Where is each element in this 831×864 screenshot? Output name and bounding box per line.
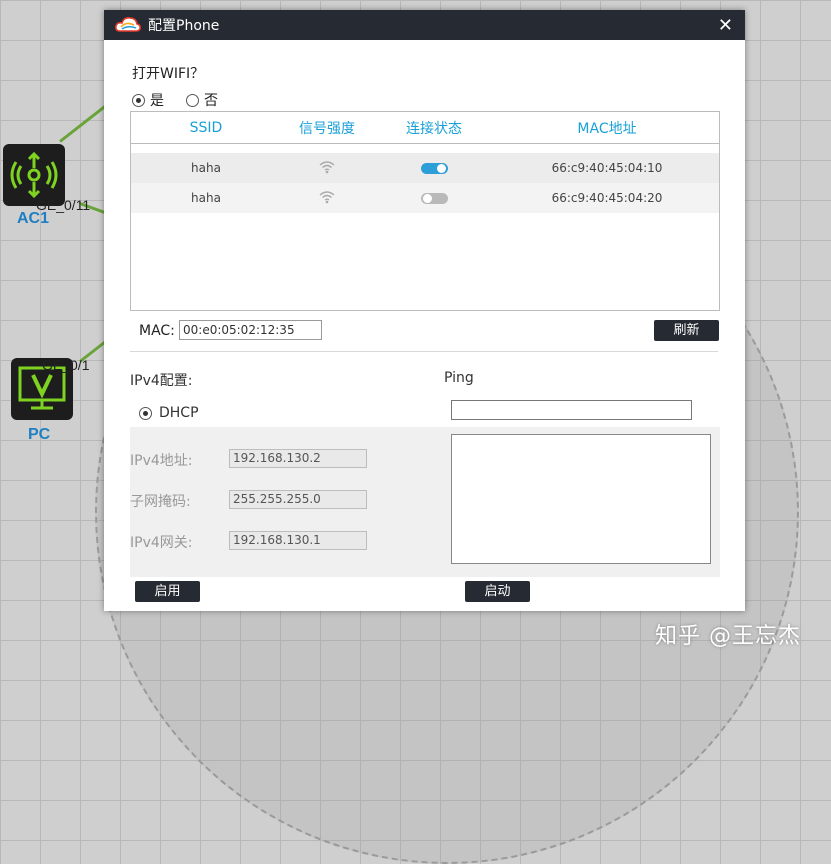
refresh-button[interactable]: 刷新: [654, 320, 719, 341]
mac-cell: 66:c9:40:45:04:20: [551, 191, 663, 205]
column-header-mac: MAC地址: [577, 120, 637, 137]
wifi-signal-icon: [281, 190, 373, 207]
apply-button[interactable]: 启用: [135, 581, 200, 602]
wifi-network-table: SSID 信号强度 连接状态 MAC地址 haha 66:c9:40:45:04…: [130, 111, 720, 311]
wifi-yes-radio[interactable]: 是: [132, 90, 164, 110]
wifi-yes-label: 是: [150, 93, 164, 109]
wifi-signal-icon: [281, 160, 373, 177]
cloud-logo-icon: [115, 17, 141, 32]
dhcp-radio[interactable]: DHCP: [139, 405, 199, 421]
close-icon[interactable]: ✕: [718, 15, 733, 36]
ipv4-config-title: IPv4配置:: [130, 373, 193, 389]
table-row[interactable]: haha 66:c9:40:45:04:10: [131, 153, 719, 183]
connection-toggle[interactable]: [420, 163, 448, 174]
start-ping-button[interactable]: 启动: [465, 581, 530, 602]
gateway-field[interactable]: 192.168.130.1: [229, 531, 367, 550]
wifi-question-label: 打开WIFI？: [132, 66, 205, 82]
radio-unchecked-icon[interactable]: [186, 93, 199, 107]
wifi-radio-group: 是 否: [132, 90, 240, 110]
ip-config-panel: IPv4地址: 192.168.130.2 子网掩码: 255.255.255.…: [130, 427, 720, 577]
section-divider: [130, 351, 718, 352]
ac1-port-label: GE_0/11: [36, 197, 91, 213]
table-row[interactable]: haha 66:c9:40:45:04:20: [131, 183, 719, 213]
wifi-no-label: 否: [204, 93, 218, 109]
dialog-title: 配置Phone: [148, 18, 220, 34]
watermark: 知乎 @王忘杰: [655, 624, 801, 649]
mac-label: MAC:: [139, 323, 175, 339]
column-header-status: 连接状态: [406, 120, 462, 137]
mac-cell: 66:c9:40:45:04:10: [551, 161, 663, 175]
mac-address-field[interactable]: 00:e0:05:02:12:35: [179, 320, 322, 340]
table-header: SSID 信号强度 连接状态 MAC地址: [131, 112, 719, 144]
column-header-signal: 信号强度: [299, 120, 355, 137]
ipv4-address-field[interactable]: 192.168.130.2: [229, 449, 367, 468]
wifi-no-radio[interactable]: 否: [186, 90, 218, 110]
radio-checked-icon[interactable]: [139, 406, 152, 420]
radio-checked-icon[interactable]: [132, 93, 145, 107]
subnet-mask-label: 子网掩码:: [130, 494, 191, 510]
ssid-cell: haha: [191, 161, 221, 175]
ping-output-area[interactable]: [451, 434, 711, 564]
column-header-ssid: SSID: [189, 119, 223, 136]
subnet-mask-field[interactable]: 255.255.255.0: [229, 490, 367, 509]
gateway-label: IPv4网关:: [130, 535, 193, 551]
ping-target-input[interactable]: [451, 400, 692, 420]
ping-title: Ping: [444, 370, 474, 386]
ipv4-address-label: IPv4地址:: [130, 453, 193, 469]
dialog-titlebar: 配置Phone ✕: [104, 10, 745, 40]
pc-label: PC: [28, 426, 51, 443]
dhcp-label: DHCP: [159, 405, 199, 421]
connection-toggle[interactable]: [420, 193, 448, 204]
pc-port-label: GE_0/1: [42, 357, 90, 373]
configure-phone-dialog: 配置Phone ✕ 打开WIFI？ 是 否 SSID 信号强度 连接状态 MAC…: [104, 10, 745, 611]
ssid-cell: haha: [191, 191, 221, 205]
